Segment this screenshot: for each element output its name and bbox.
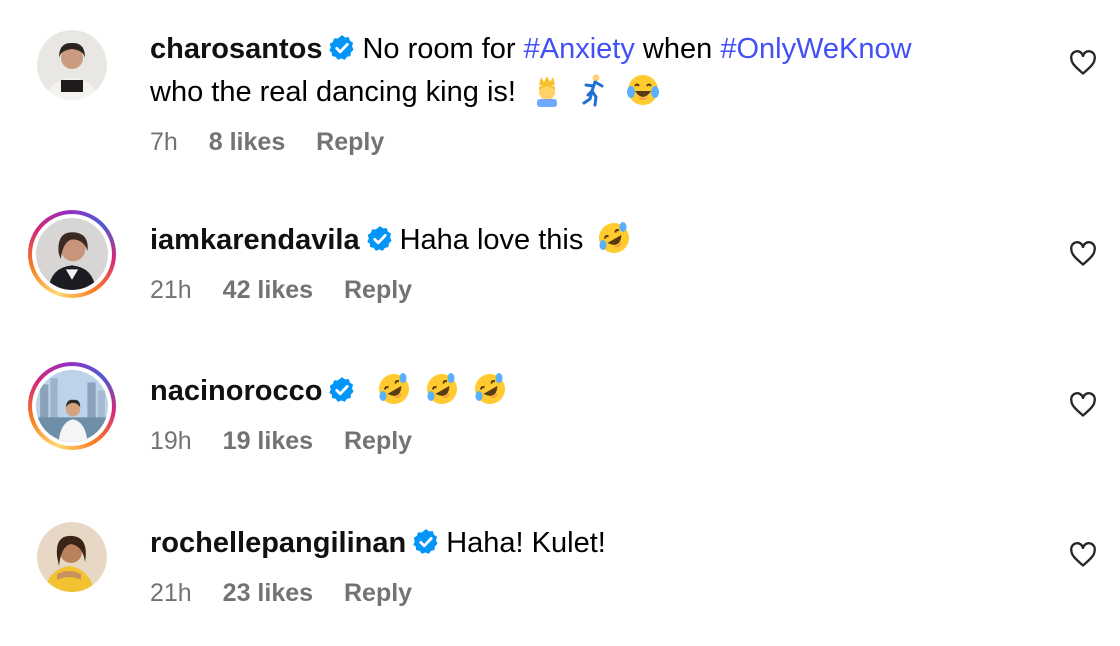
avatar[interactable] xyxy=(37,30,107,100)
verified-badge-icon xyxy=(329,35,355,60)
likes-count[interactable]: 8 likes xyxy=(209,128,285,156)
comment-text: who the real dancing king is! xyxy=(150,76,516,108)
tears-of-joy-emoji xyxy=(627,75,660,105)
hashtag-link[interactable]: #Anxiety xyxy=(524,33,635,65)
hashtag-link[interactable]: #OnlyWeKnow xyxy=(720,33,911,65)
likes-count[interactable]: 23 likes xyxy=(223,579,313,607)
reply-button[interactable]: Reply xyxy=(344,427,412,455)
rolling-on-floor-laughing-emoji xyxy=(599,222,630,253)
heart-icon[interactable] xyxy=(1069,50,1097,76)
comment-username[interactable]: nacinorocco xyxy=(150,375,322,407)
comment-time: 7h xyxy=(150,128,178,156)
comment-username[interactable]: rochellepangilinan xyxy=(150,527,406,559)
prince-emoji xyxy=(537,76,558,107)
comment-text: Haha! Kulet! xyxy=(446,527,606,559)
avatar-image xyxy=(36,218,108,290)
heart-icon[interactable] xyxy=(1069,241,1097,267)
rolling-on-floor-laughing-emoji xyxy=(378,373,409,404)
dancer-emoji xyxy=(582,74,604,107)
rolling-on-floor-laughing-emoji xyxy=(426,373,457,404)
comment-time: 21h xyxy=(150,276,192,304)
avatar-image xyxy=(37,522,107,592)
likes-count[interactable]: 42 likes xyxy=(223,276,313,304)
heart-icon[interactable] xyxy=(1069,392,1097,418)
avatar-image xyxy=(37,30,107,100)
reply-button[interactable]: Reply xyxy=(316,128,384,156)
reply-button[interactable]: Reply xyxy=(344,579,412,607)
comment-username[interactable]: iamkarendavila xyxy=(150,224,360,256)
comment-text: Haha love this xyxy=(399,224,584,256)
heart-icon[interactable] xyxy=(1069,542,1097,568)
reply-button[interactable]: Reply xyxy=(344,276,412,304)
comment-text: No room for xyxy=(362,33,524,65)
comment-username[interactable]: charosantos xyxy=(150,33,322,65)
comment-text: when xyxy=(634,33,721,65)
avatar[interactable] xyxy=(28,362,116,450)
comment-time: 19h xyxy=(150,427,192,455)
verified-badge-icon xyxy=(329,377,354,402)
avatar-image xyxy=(36,370,108,442)
likes-count[interactable]: 19 likes xyxy=(223,427,313,455)
verified-badge-icon xyxy=(413,529,438,554)
comment-time: 21h xyxy=(150,579,192,607)
avatar[interactable] xyxy=(37,522,107,592)
verified-badge-icon xyxy=(366,226,392,251)
avatar[interactable] xyxy=(28,210,116,298)
rolling-on-floor-laughing-emoji xyxy=(474,373,505,404)
